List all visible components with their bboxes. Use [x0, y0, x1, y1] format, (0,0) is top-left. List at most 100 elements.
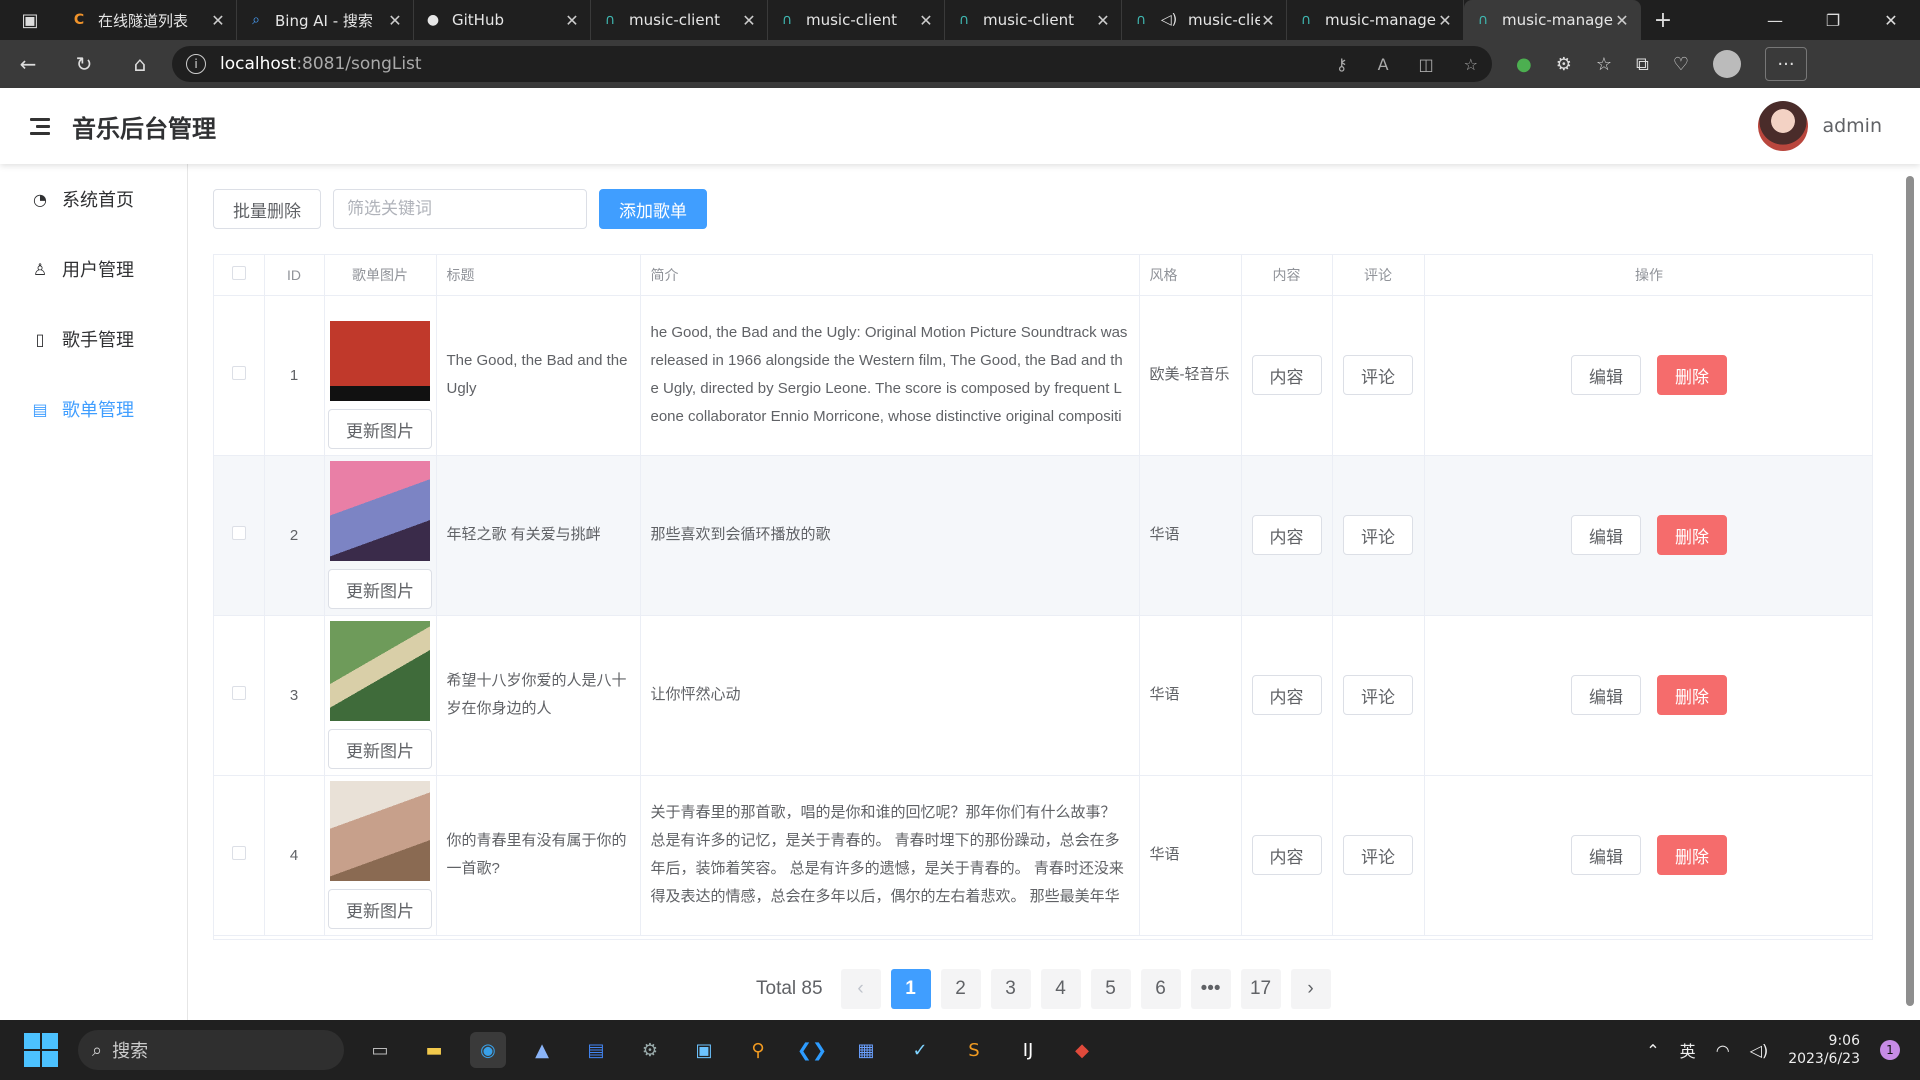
user-menu[interactable]: admin — [1758, 101, 1882, 151]
close-tab-icon[interactable]: ✕ — [918, 11, 934, 30]
volume-icon[interactable]: ◁) — [1750, 1041, 1769, 1060]
profile-avatar[interactable] — [1713, 50, 1741, 78]
intellij-icon[interactable]: IJ — [1010, 1032, 1046, 1068]
page-button[interactable]: 2 — [940, 969, 981, 1009]
restore-icon[interactable]: ❐ — [1804, 0, 1862, 40]
more-pages-button[interactable]: ••• — [1190, 969, 1231, 1009]
page-button[interactable]: 5 — [1090, 969, 1131, 1009]
back-icon[interactable]: ← — [0, 40, 56, 88]
browser-tab[interactable]: ∩ ◁) music-clie ✕ — [1122, 0, 1287, 40]
vscode-icon[interactable]: ❮❯ — [794, 1032, 830, 1068]
user-avatar[interactable] — [1758, 101, 1809, 151]
collections-icon[interactable]: ⧉ — [1636, 54, 1649, 75]
delete-button[interactable]: 删除 — [1657, 835, 1727, 875]
browser-tab[interactable]: ∩ music-client ✕ — [591, 0, 768, 40]
tab-actions-icon[interactable]: ▣ — [0, 0, 60, 40]
edit-button[interactable]: 编辑 — [1571, 355, 1641, 395]
page-button[interactable]: 4 — [1040, 969, 1081, 1009]
close-tab-icon[interactable]: ✕ — [1095, 11, 1111, 30]
row-checkbox[interactable] — [231, 686, 246, 700]
update-image-button[interactable]: 更新图片 — [328, 569, 432, 609]
sidebar-item-home[interactable]: ◔ 系统首页 — [0, 164, 187, 234]
comment-button[interactable]: 评论 — [1343, 835, 1413, 875]
minimize-icon[interactable]: — — [1746, 0, 1804, 40]
wifi-icon[interactable]: ◠ — [1716, 1041, 1730, 1060]
edge-icon[interactable]: ◉ — [470, 1032, 506, 1068]
sidebar-item-singers[interactable]: ▯ 歌手管理 — [0, 304, 187, 374]
remote-desktop-icon[interactable]: ▣ — [686, 1032, 722, 1068]
windows-start-icon[interactable] — [24, 1033, 58, 1067]
split-screen-icon[interactable]: ◫ — [1419, 55, 1434, 74]
close-tab-icon[interactable]: ✕ — [210, 11, 226, 30]
more-menu-icon[interactable]: ··· — [1765, 47, 1807, 81]
photos-icon[interactable]: ▲ — [524, 1032, 560, 1068]
browser-tab[interactable]: ∩ music-client ✕ — [945, 0, 1122, 40]
performance-icon[interactable]: ♡ — [1673, 54, 1689, 75]
username[interactable]: admin — [1822, 115, 1882, 137]
browser-tab[interactable]: C 在线隧道列表 ✕ — [60, 0, 237, 40]
row-select-cell[interactable] — [214, 455, 265, 616]
update-image-button[interactable]: 更新图片 — [328, 409, 432, 449]
close-tab-icon[interactable]: ✕ — [387, 11, 403, 30]
content-button[interactable]: 内容 — [1251, 675, 1322, 715]
new-tab-button[interactable]: + — [1641, 0, 1685, 40]
row-select-cell[interactable] — [214, 615, 265, 776]
close-tab-icon[interactable]: ✕ — [1260, 11, 1276, 30]
browser-tab[interactable]: ● GitHub ✕ — [414, 0, 591, 40]
row-select-cell[interactable] — [214, 295, 265, 456]
page-button[interactable]: 3 — [990, 969, 1031, 1009]
edit-button[interactable]: 编辑 — [1571, 675, 1641, 715]
search-app-icon[interactable]: ⚲ — [740, 1032, 776, 1068]
refresh-icon[interactable]: ↻ — [56, 40, 112, 88]
docs-icon[interactable]: ▤ — [578, 1032, 614, 1068]
ime-indicator[interactable]: 英 — [1680, 1038, 1696, 1062]
row-checkbox[interactable] — [231, 846, 246, 860]
prev-page-button[interactable]: ‹ — [840, 969, 881, 1009]
delete-button[interactable]: 删除 — [1657, 675, 1727, 715]
add-playlist-button[interactable]: 添加歌单 — [599, 189, 707, 229]
virtualbox-icon[interactable]: ▦ — [848, 1032, 884, 1068]
extensions-icon[interactable]: ⚙ — [1556, 54, 1572, 75]
sidebar-item-users[interactable]: ♙ 用户管理 — [0, 234, 187, 304]
home-icon[interactable]: ⌂ — [112, 40, 168, 88]
close-tab-icon[interactable]: ✕ — [564, 11, 580, 30]
comment-button[interactable]: 评论 — [1343, 675, 1413, 715]
page-button[interactable]: 6 — [1140, 969, 1181, 1009]
select-all-checkbox[interactable] — [231, 266, 246, 281]
browser-tab[interactable]: ∩ music-manage ✕ — [1287, 0, 1464, 40]
page-scrollbar-thumb[interactable] — [1906, 176, 1914, 1006]
content-button[interactable]: 内容 — [1251, 835, 1322, 875]
close-tab-icon[interactable]: ✕ — [1437, 11, 1453, 30]
redis-icon[interactable]: ◆ — [1064, 1032, 1100, 1068]
close-tab-icon[interactable]: ✕ — [1614, 11, 1630, 30]
browser-tab[interactable]: ⌕ Bing AI - 搜索 ✕ — [237, 0, 414, 40]
page-button-current[interactable]: 1 — [890, 969, 931, 1009]
content-button[interactable]: 内容 — [1251, 515, 1322, 555]
page-scrollbar[interactable] — [1900, 164, 1920, 1020]
close-window-icon[interactable]: ✕ — [1862, 0, 1920, 40]
next-page-button[interactable]: › — [1290, 969, 1331, 1009]
menu-toggle-icon[interactable] — [30, 117, 50, 135]
taskbar-search[interactable]: ⌕ 搜索 — [78, 1030, 344, 1070]
update-image-button[interactable]: 更新图片 — [328, 729, 432, 769]
site-info-icon[interactable]: i — [186, 54, 206, 74]
sublime-icon[interactable]: S — [956, 1032, 992, 1068]
content-button[interactable]: 内容 — [1251, 355, 1322, 395]
key-icon[interactable]: ⚷ — [1336, 55, 1348, 74]
extension-colorful-icon[interactable]: ● — [1516, 54, 1532, 75]
delete-button[interactable]: 删除 — [1657, 515, 1727, 555]
browser-tab-active[interactable]: ∩ music-manage ✕ — [1464, 0, 1641, 40]
vmware-icon[interactable]: ✓ — [902, 1032, 938, 1068]
select-all-header[interactable] — [214, 255, 265, 296]
row-checkbox[interactable] — [231, 366, 246, 380]
read-aloud-icon[interactable]: A — [1378, 55, 1389, 74]
address-bar[interactable]: i localhost:8081/songList ⚷ A ◫ ☆ — [172, 46, 1492, 82]
settings-icon[interactable]: ⚙ — [632, 1032, 668, 1068]
close-tab-icon[interactable]: ✕ — [741, 11, 757, 30]
row-checkbox[interactable] — [231, 526, 246, 540]
edit-button[interactable]: 编辑 — [1571, 515, 1641, 555]
edit-button[interactable]: 编辑 — [1571, 835, 1641, 875]
comment-button[interactable]: 评论 — [1343, 355, 1413, 395]
task-view-icon[interactable]: ▭ — [362, 1032, 398, 1068]
comment-button[interactable]: 评论 — [1343, 515, 1413, 555]
